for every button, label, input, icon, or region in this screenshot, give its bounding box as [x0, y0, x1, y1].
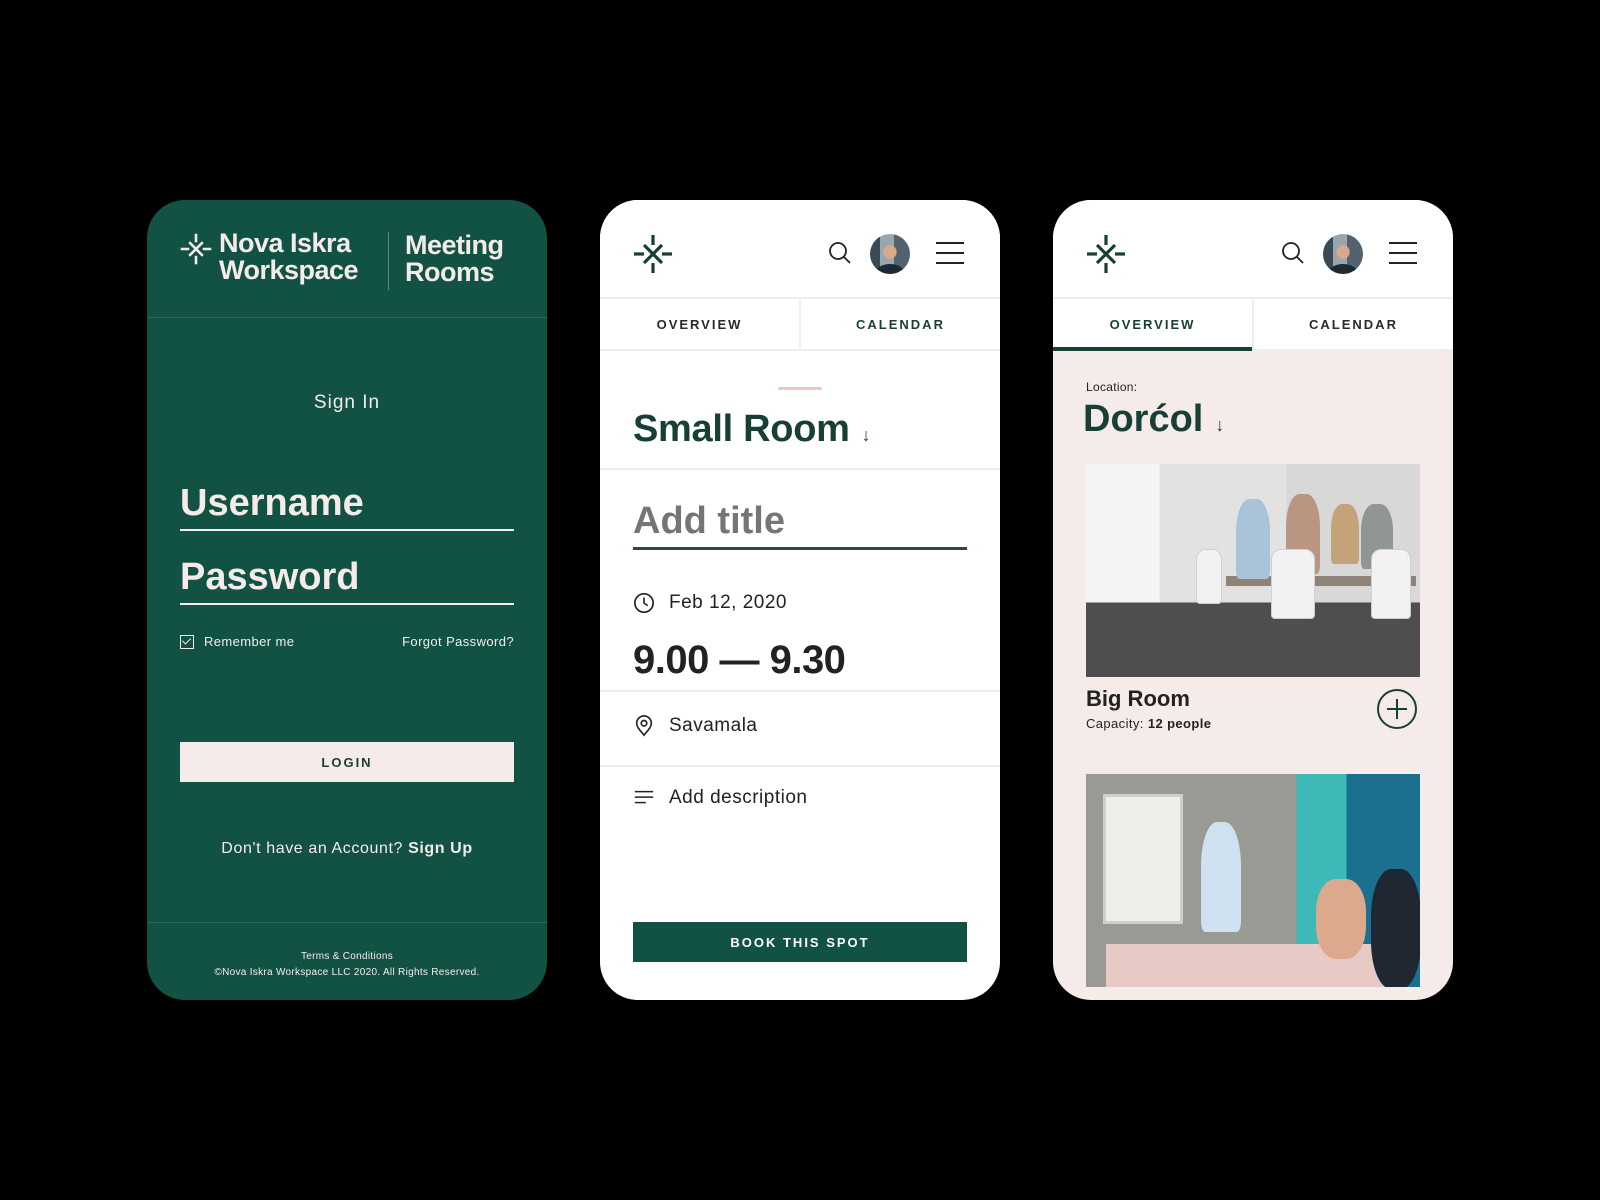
capacity-label: Capacity: [1086, 716, 1144, 731]
arrow-down-icon: ↓ [861, 425, 871, 445]
brand-subtitle-line2: Rooms [405, 257, 495, 287]
brand-subtitle: Meeting Rooms [405, 232, 504, 286]
signup-prompt: Don't have an Account? Sign Up [147, 840, 547, 858]
booking-screen: OVERVIEW CALENDAR Small Room ↓ Feb 12, 2… [600, 200, 1000, 1000]
clock-icon [634, 593, 654, 613]
hamburger-menu-icon[interactable] [1389, 242, 1417, 264]
photo-person [1236, 499, 1270, 579]
event-title-input[interactable] [633, 500, 967, 550]
tab-calendar[interactable]: CALENDAR [1254, 299, 1453, 349]
username-field[interactable]: Username [180, 482, 514, 531]
photo-chair [1371, 549, 1411, 619]
brand-subtitle-line1: Meeting [405, 230, 504, 260]
remember-me[interactable]: Remember me [180, 634, 294, 649]
room-name: Small Room [633, 408, 850, 450]
text-lines-icon [634, 790, 654, 804]
password-field[interactable]: Password [180, 556, 514, 605]
hamburger-menu-icon[interactable] [936, 242, 964, 264]
copyright-text: ©Nova Iskra Workspace LLC 2020. All Righ… [214, 967, 480, 978]
search-icon[interactable] [828, 241, 852, 265]
brand-name-line1: Nova Iskra [219, 228, 351, 258]
photo-chair [1271, 549, 1315, 619]
photo-person [1201, 822, 1241, 932]
photo-chair [1196, 549, 1222, 604]
no-account-text: Don't have an Account? [221, 840, 404, 857]
room-selector[interactable]: Small Room ↓ [633, 408, 871, 451]
login-header: Nova Iskra Workspace Meeting Rooms [147, 200, 547, 318]
login-footer: Terms & Conditions ©Nova Iskra Workspace… [147, 922, 547, 981]
user-avatar[interactable] [870, 234, 910, 274]
location-selector[interactable]: Dorćol ↓ [1083, 398, 1224, 441]
divider [600, 765, 1000, 767]
divider [600, 690, 1000, 692]
tab-calendar[interactable]: CALENDAR [801, 299, 1000, 349]
sheet-handle[interactable] [778, 387, 822, 390]
room-photo-big-room[interactable] [1086, 464, 1420, 677]
time-range[interactable]: 9.00 — 9.30 [633, 638, 846, 683]
app-header [600, 200, 1000, 299]
spark-asterisk-icon[interactable] [633, 234, 673, 274]
event-date: Feb 12, 2020 [669, 592, 787, 613]
brand-name-line2: Workspace [219, 255, 359, 285]
spark-asterisk-icon [180, 233, 212, 265]
photo-flipchart [1103, 794, 1183, 924]
add-room-button[interactable] [1377, 689, 1417, 729]
description-placeholder: Add description [669, 787, 808, 808]
arrow-down-icon: ↓ [1215, 415, 1225, 435]
overview-screen: OVERVIEW CALENDAR Location: Dorćol ↓ Big… [1053, 200, 1453, 1000]
photo-person [1316, 879, 1366, 959]
capacity-value: 12 people [1147, 716, 1212, 731]
user-avatar[interactable] [1323, 234, 1363, 274]
tab-overview[interactable]: OVERVIEW [600, 299, 801, 349]
spark-asterisk-icon[interactable] [1086, 234, 1126, 274]
search-icon[interactable] [1281, 241, 1305, 265]
description-row[interactable]: Add description [633, 787, 807, 809]
sign-up-link[interactable]: Sign Up [408, 840, 473, 857]
location-label: Location: [1086, 380, 1138, 394]
app-header [1053, 200, 1453, 299]
login-button[interactable]: LOGIN [180, 742, 514, 782]
date-row[interactable]: Feb 12, 2020 [633, 592, 787, 614]
photo-person [1371, 869, 1420, 987]
terms-link[interactable]: Terms & Conditions [147, 949, 547, 965]
room-capacity: Capacity: 12 people [1086, 716, 1211, 731]
tab-overview[interactable]: OVERVIEW [1053, 299, 1254, 351]
photo-person [1331, 504, 1359, 564]
book-this-spot-button[interactable]: BOOK THIS SPOT [633, 922, 967, 962]
location-value: Dorćol [1083, 398, 1204, 440]
brand-logo: Nova Iskra Workspace [179, 228, 359, 285]
remember-me-checkbox[interactable] [180, 634, 194, 649]
event-location: Savamala [669, 715, 758, 736]
room-photo-second-room[interactable] [1086, 774, 1420, 987]
login-screen: Nova Iskra Workspace Meeting Rooms Sign … [147, 200, 547, 1000]
map-pin-icon [635, 715, 653, 737]
remember-me-label: Remember me [204, 634, 295, 649]
brand-divider [388, 232, 389, 290]
sign-in-title: Sign In [313, 392, 381, 413]
room-name[interactable]: Big Room [1086, 686, 1190, 712]
tab-bar: OVERVIEW CALENDAR [1053, 299, 1453, 351]
forgot-password-link[interactable]: Forgot Password? [402, 634, 514, 649]
tab-bar: OVERVIEW CALENDAR [600, 299, 1000, 351]
login-options: Remember me Forgot Password? [180, 634, 514, 649]
divider [600, 468, 1000, 470]
location-row[interactable]: Savamala [633, 715, 758, 737]
